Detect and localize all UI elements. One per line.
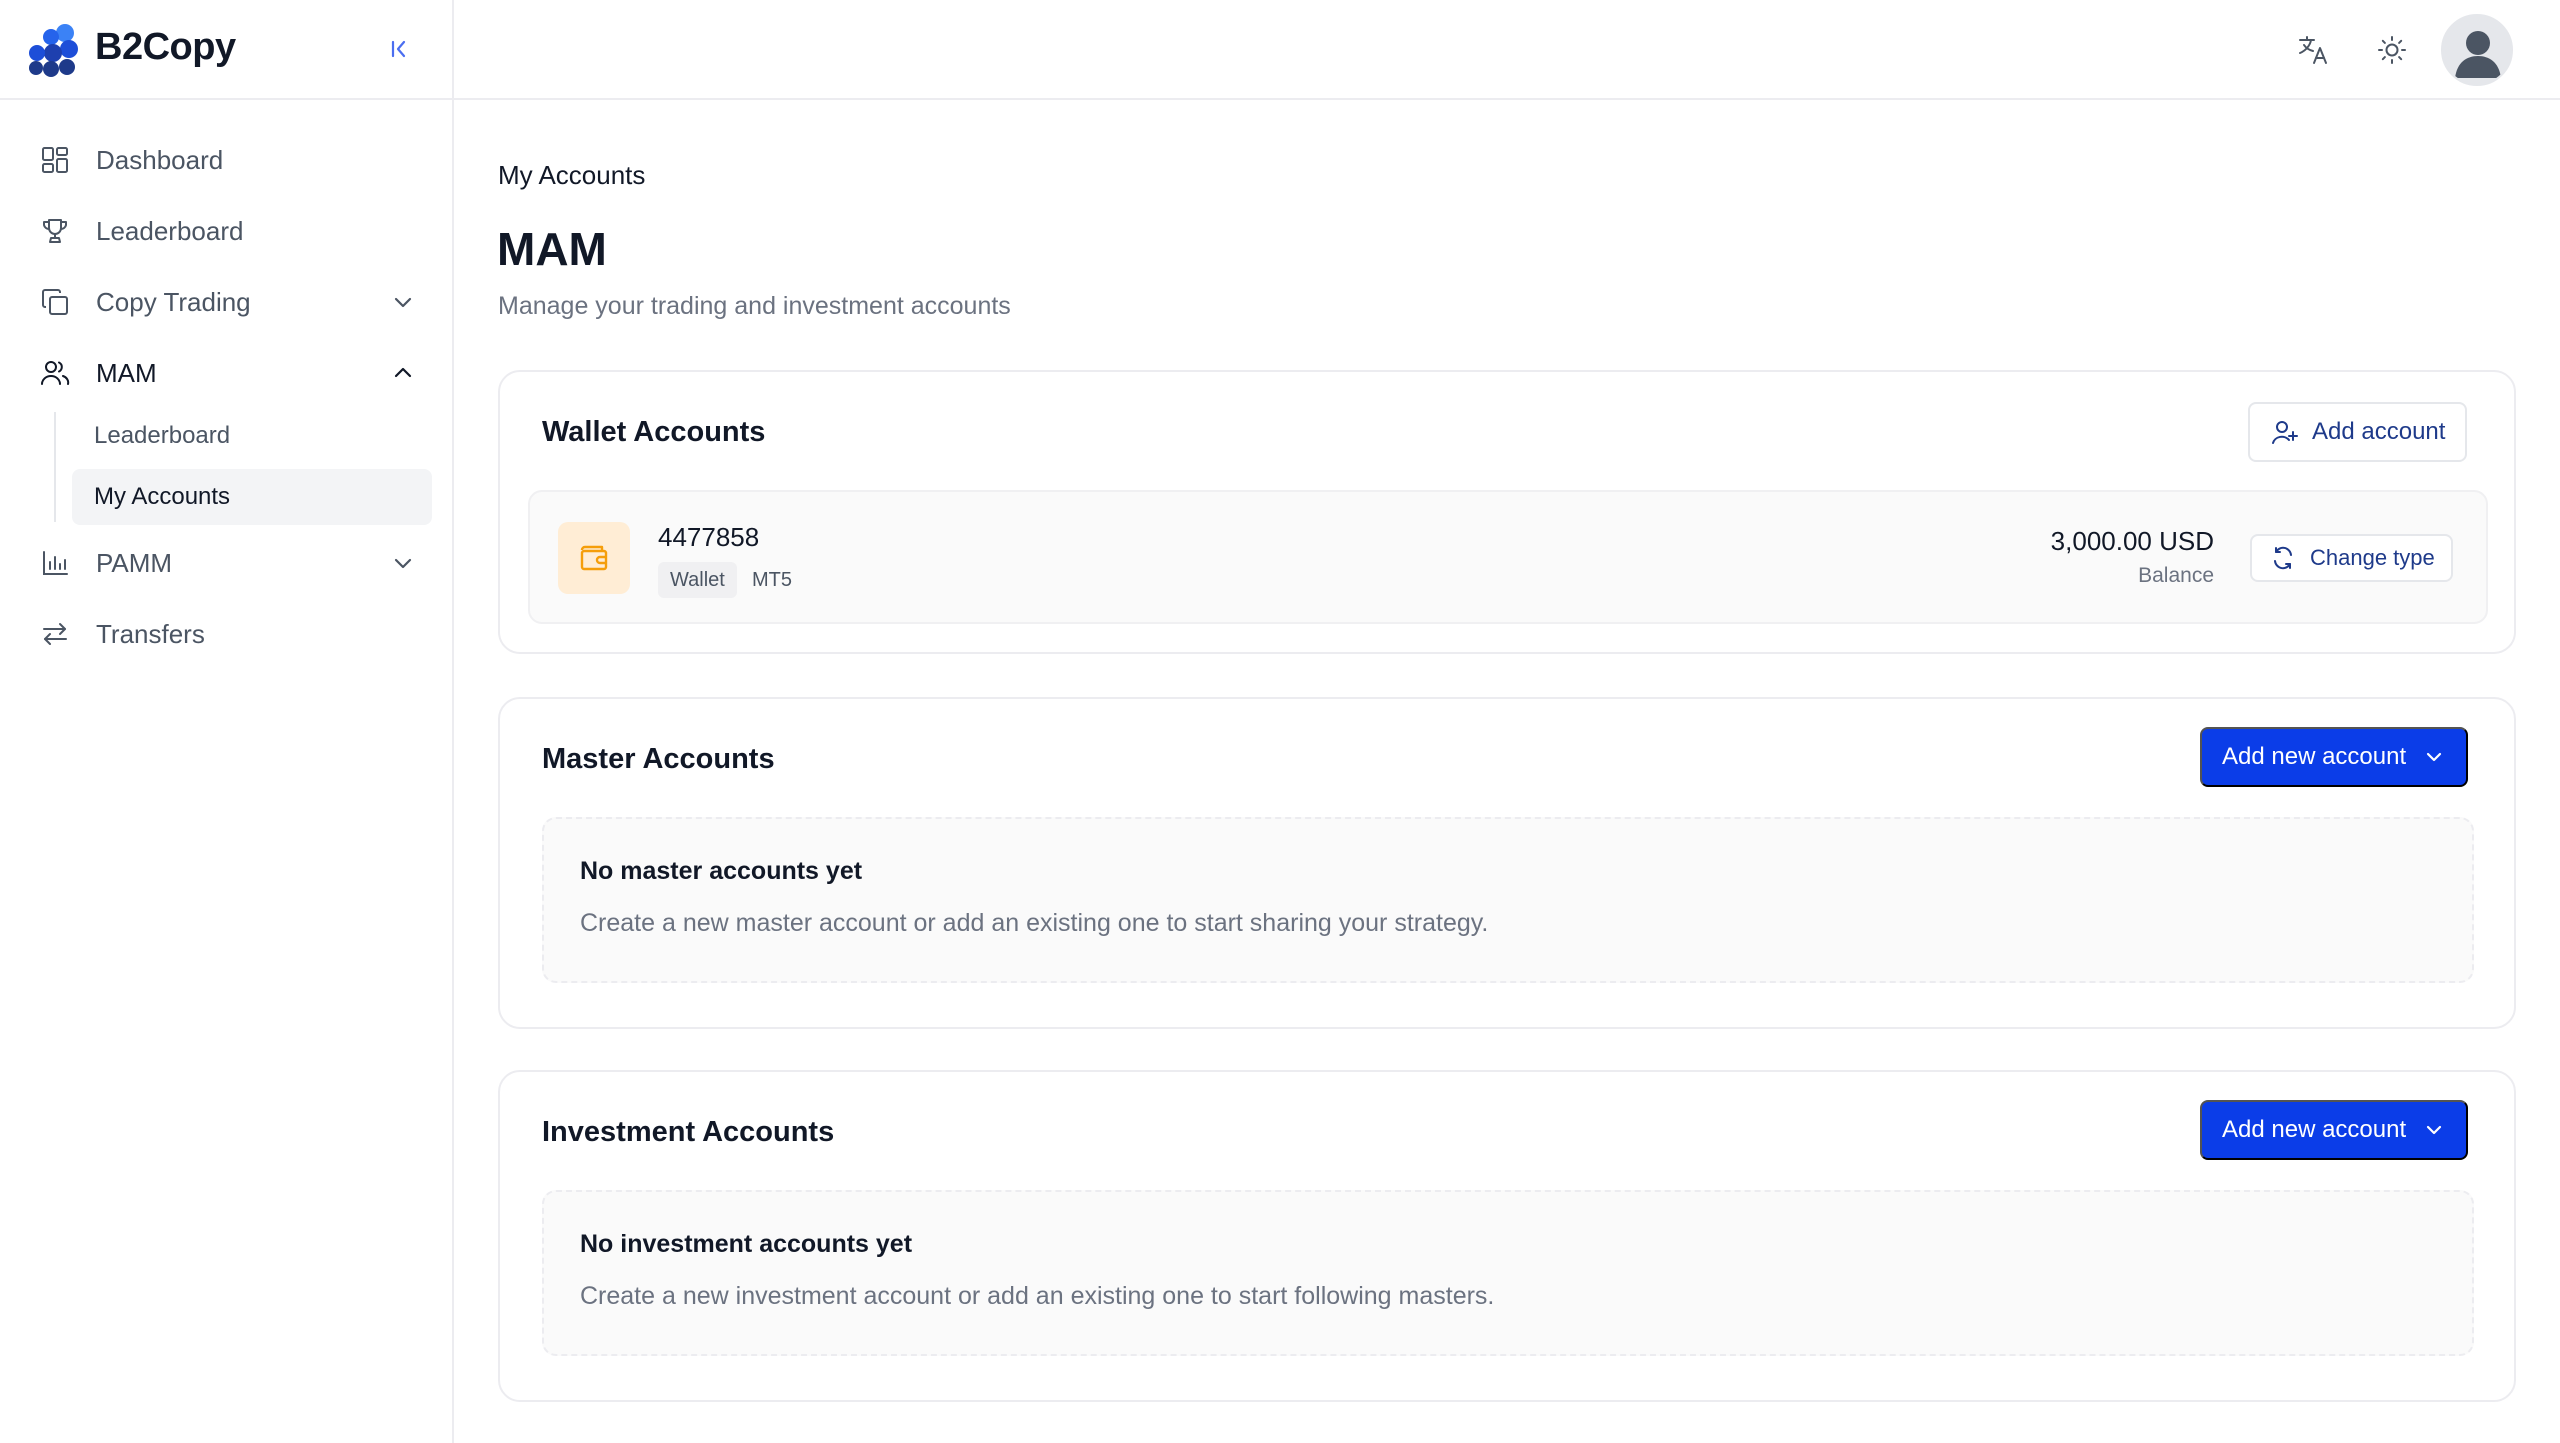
empty-state-description: Create a new investment account or add a… <box>580 1282 1495 1310</box>
chevron-up-icon <box>394 367 412 378</box>
brand-name: B2Copy <box>95 26 236 68</box>
add-account-button[interactable]: Add account <box>2248 402 2468 462</box>
account-number: 4477858 <box>658 522 760 552</box>
empty-state-title: No master accounts yet <box>580 857 863 885</box>
breadcrumb: My Accounts <box>498 160 646 190</box>
sidebar-item-label: Dashboard <box>96 144 224 175</box>
add-new-master-account-button[interactable]: Add new account <box>2200 727 2469 787</box>
refresh-icon <box>2268 543 2298 573</box>
balance-label: Balance <box>2138 564 2214 587</box>
users-icon <box>38 356 72 390</box>
subnav-divider <box>54 412 56 522</box>
sidebar-item-label: Leaderboard <box>96 215 244 246</box>
sun-icon[interactable] <box>2372 30 2412 70</box>
chevron-down-icon <box>394 558 412 569</box>
investment-empty-state: No investment accounts yet Create a new … <box>542 1190 2474 1356</box>
sidebar-subitem-leaderboard[interactable]: Leaderboard <box>72 408 432 464</box>
user-plus-icon <box>2270 417 2300 447</box>
sidebar-item-mam[interactable]: MAM <box>38 351 418 395</box>
sidebar-item-dashboard[interactable]: Dashboard <box>38 138 418 182</box>
translate-icon[interactable] <box>2294 30 2334 70</box>
change-type-label: Change type <box>2310 545 2435 570</box>
brand: B2Copy <box>0 0 452 100</box>
chevron-down-icon <box>394 297 412 308</box>
empty-state-description: Create a new master account or add an ex… <box>580 909 1489 937</box>
sidebar-subitem-my-accounts[interactable]: My Accounts <box>72 469 432 525</box>
top-bar <box>454 0 2560 100</box>
account-type-badge: Wallet <box>658 562 737 598</box>
account-balance: 3,000.00 USD <box>2050 526 2214 556</box>
transfer-icon <box>38 617 72 651</box>
card-title: Master Accounts <box>542 743 775 775</box>
account-platform: MT5 <box>752 568 792 591</box>
sidebar-item-pamm[interactable]: PAMM <box>38 541 418 585</box>
investment-accounts-card: Investment Accounts Add new account No i… <box>498 1070 2516 1402</box>
add-new-account-label: Add new account <box>2222 743 2407 770</box>
wallet-accounts-card: Wallet Accounts Add account 4477858 Wall… <box>498 370 2516 654</box>
change-type-button[interactable]: Change type <box>2250 534 2453 582</box>
collapse-sidebar-icon[interactable] <box>384 34 414 64</box>
copy-icon <box>38 285 72 319</box>
chevron-down-icon <box>2427 1125 2442 1135</box>
card-title: Investment Accounts <box>542 1116 835 1148</box>
bar-chart-icon <box>38 546 72 580</box>
master-empty-state: No master accounts yet Create a new mast… <box>542 817 2474 983</box>
sidebar-item-label: Transfers <box>96 618 205 649</box>
trophy-icon <box>38 214 72 248</box>
master-accounts-card: Master Accounts Add new account No maste… <box>498 697 2516 1029</box>
sidebar-item-transfers[interactable]: Transfers <box>38 612 418 656</box>
sidebar-item-copy-trading[interactable]: Copy Trading <box>38 280 418 324</box>
empty-state-title: No investment accounts yet <box>580 1230 913 1258</box>
page-subtitle: Manage your trading and investment accou… <box>498 292 1011 320</box>
chevron-down-icon <box>2427 752 2442 762</box>
sidebar: B2Copy Dashboard Leaderboard Copy Tradin… <box>0 0 454 1443</box>
add-new-investment-account-button[interactable]: Add new account <box>2200 1100 2469 1160</box>
add-account-label: Add account <box>2312 418 2446 445</box>
sidebar-item-label: PAMM <box>96 547 173 578</box>
sidebar-item-leaderboard[interactable]: Leaderboard <box>38 209 418 253</box>
card-title: Wallet Accounts <box>542 416 766 448</box>
logo-icon <box>29 24 78 77</box>
add-new-account-label: Add new account <box>2222 1116 2407 1143</box>
dashboard-icon <box>38 143 72 177</box>
wallet-account-row[interactable]: 4477858 Wallet MT5 3,000.00 USD Balance … <box>528 490 2488 624</box>
avatar[interactable] <box>2441 14 2513 86</box>
sidebar-item-label: MAM <box>96 357 157 388</box>
sidebar-item-label: Copy Trading <box>96 286 251 317</box>
wallet-icon <box>558 522 630 594</box>
page-title: MAM <box>497 223 607 275</box>
